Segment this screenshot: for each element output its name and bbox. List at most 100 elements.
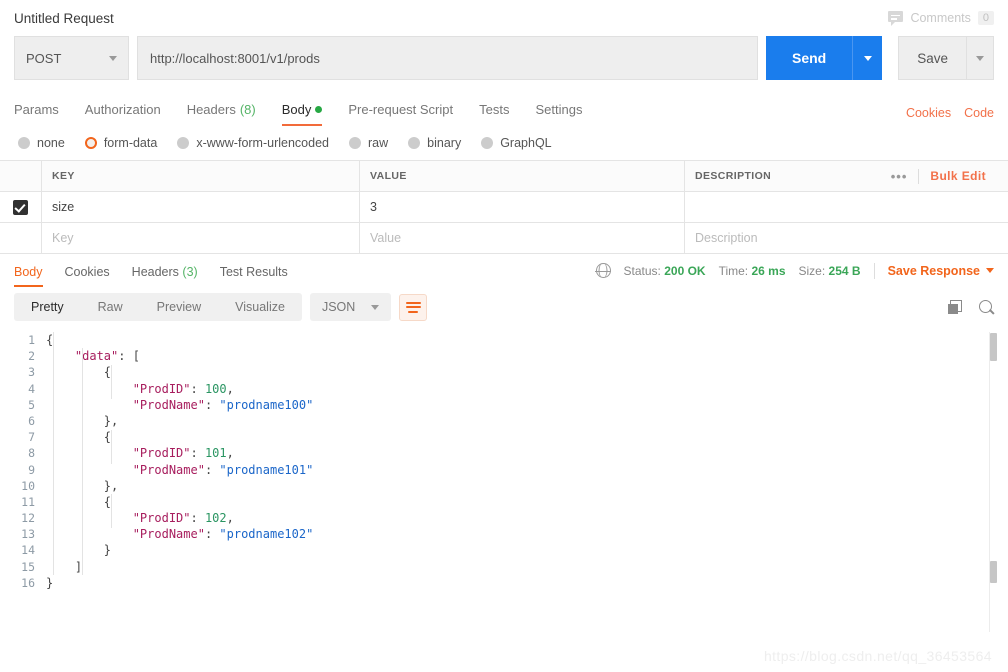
request-tabs: Params Authorization Headers (8) Body Pr… <box>0 94 1008 126</box>
response-tab-label: Headers <box>131 265 179 279</box>
tab-label: Authorization <box>84 102 161 117</box>
save-button[interactable]: Save <box>898 36 967 80</box>
send-button[interactable]: Send <box>765 36 853 80</box>
url-input[interactable]: http://localhost:8001/v1/prods <box>137 36 758 80</box>
tab-headers[interactable]: Headers (8) <box>187 102 256 126</box>
vertical-scrollbar-thumb-secondary[interactable] <box>990 561 997 583</box>
tab-tests[interactable]: Tests <box>479 102 509 126</box>
response-tab-test-results[interactable]: Test Results <box>220 265 288 287</box>
radio-icon <box>177 137 190 149</box>
line-number: 8 <box>28 446 35 461</box>
code-text: } <box>46 542 111 558</box>
response-tab-headers[interactable]: Headers (3) <box>132 265 198 287</box>
send-group: Send <box>765 36 883 80</box>
tab-params[interactable]: Params <box>14 102 59 126</box>
code-token: : <box>190 446 205 461</box>
view-preview[interactable]: Preview <box>140 293 218 321</box>
code-token: 100 <box>204 381 227 396</box>
response-body-viewer[interactable]: 1{2 "data": [3 {4 "ProdID": 100, 5 "ProdN… <box>0 327 1008 632</box>
comments-button[interactable]: Comments 0 <box>888 11 994 26</box>
body-type-graphql[interactable]: GraphQL <box>481 136 552 150</box>
new-value-input[interactable]: Value <box>360 223 685 253</box>
row-value-input[interactable]: 3 <box>360 192 685 222</box>
code-token: "prodname101" <box>219 462 314 477</box>
tab-authorization[interactable]: Authorization <box>85 102 161 126</box>
radio-icon <box>481 137 494 149</box>
row-key-input[interactable]: size <box>42 192 360 222</box>
tab-settings[interactable]: Settings <box>535 102 582 126</box>
radio-label: GraphQL <box>500 136 552 150</box>
tab-links: Cookies Code <box>906 106 994 126</box>
tab-pre-request-script[interactable]: Pre-request Script <box>348 102 453 126</box>
response-format-select[interactable]: JSON <box>309 293 392 321</box>
line-number: 15 <box>21 559 35 574</box>
code-line: 14 } <box>0 542 1008 558</box>
row-checkbox[interactable] <box>13 199 28 215</box>
code-text: ] <box>46 559 82 575</box>
time-badge: Time: 26 ms <box>719 264 786 278</box>
line-number: 14 <box>21 543 35 558</box>
copy-icon[interactable] <box>948 300 962 314</box>
http-method-select[interactable]: POST <box>14 36 129 80</box>
code-line: 13 "ProdName": "prodname102" <box>0 526 1008 542</box>
body-type-binary[interactable]: binary <box>408 136 461 150</box>
divider <box>918 168 920 184</box>
body-type-none[interactable]: none <box>18 136 65 150</box>
save-options-button[interactable] <box>967 36 994 80</box>
code-line: 15 ] <box>0 559 1008 575</box>
line-number: 5 <box>28 397 35 412</box>
view-pretty[interactable]: Pretty <box>14 293 81 321</box>
body-active-dot-icon <box>315 106 323 113</box>
code-line: 10 }, <box>0 478 1008 494</box>
code-link[interactable]: Code <box>964 106 994 120</box>
cookies-link[interactable]: Cookies <box>906 106 951 120</box>
code-line: 8 "ProdID": 101, <box>0 445 1008 461</box>
url-bar: POST http://localhost:8001/v1/prods Send… <box>0 36 1008 80</box>
response-toolbar-right <box>948 299 994 315</box>
code-line: 4 "ProdID": 100, <box>0 381 1008 397</box>
size-value: 254 B <box>828 263 861 278</box>
indent-guide <box>111 494 112 528</box>
search-icon[interactable] <box>979 299 994 315</box>
send-options-button[interactable] <box>852 36 883 80</box>
view-visualize[interactable]: Visualize <box>218 293 302 321</box>
table-header-row: KEY VALUE DESCRIPTION ••• Bulk Edit <box>0 161 1008 192</box>
view-raw[interactable]: Raw <box>81 293 140 321</box>
radio-label: x-www-form-urlencoded <box>196 136 329 150</box>
save-response-button[interactable]: Save Response <box>888 264 994 278</box>
line-number: 11 <box>21 494 35 509</box>
code-token: "ProdName" <box>132 527 205 542</box>
save-response-label: Save Response <box>887 263 980 278</box>
code-text: } <box>46 575 53 591</box>
code-token: } <box>103 543 112 558</box>
new-description-input[interactable]: Description <box>685 223 1008 253</box>
more-options-icon[interactable]: ••• <box>891 169 908 184</box>
line-number: 12 <box>21 511 35 526</box>
new-key-input[interactable]: Key <box>42 223 360 253</box>
vertical-scrollbar-thumb[interactable] <box>990 333 997 361</box>
response-tab-cookies[interactable]: Cookies <box>65 265 110 287</box>
code-text: { <box>46 364 111 380</box>
wrap-lines-icon[interactable] <box>399 293 428 321</box>
radio-icon <box>84 137 97 149</box>
code-text: { <box>46 494 111 510</box>
tab-label: Settings <box>535 102 583 117</box>
response-toolbar: Pretty Raw Preview Visualize JSON <box>0 287 1008 327</box>
code-token: : <box>204 462 220 477</box>
tab-body[interactable]: Body <box>281 102 323 126</box>
code-token: , <box>226 511 234 526</box>
body-type-raw[interactable]: raw <box>349 136 388 150</box>
page-title: Untitled Request <box>14 10 114 26</box>
column-header-key: KEY <box>42 161 360 191</box>
table-header-actions: ••• Bulk Edit <box>881 168 998 184</box>
line-number: 10 <box>21 478 35 493</box>
code-line: 9 "ProdName": "prodname101" <box>0 462 1008 478</box>
line-number: 4 <box>28 381 35 396</box>
postman-window: Untitled Request Comments 0 POST http://… <box>0 0 1008 672</box>
body-type-form-data[interactable]: form-data <box>84 136 157 150</box>
response-tab-body[interactable]: Body <box>14 265 43 287</box>
row-description-input[interactable] <box>685 192 1008 222</box>
watermark: https://blog.csdn.net/qq_36453564 <box>763 648 992 664</box>
body-type-x-www-form-urlencoded[interactable]: x-www-form-urlencoded <box>177 136 329 150</box>
bulk-edit-button[interactable]: Bulk Edit <box>930 169 986 183</box>
